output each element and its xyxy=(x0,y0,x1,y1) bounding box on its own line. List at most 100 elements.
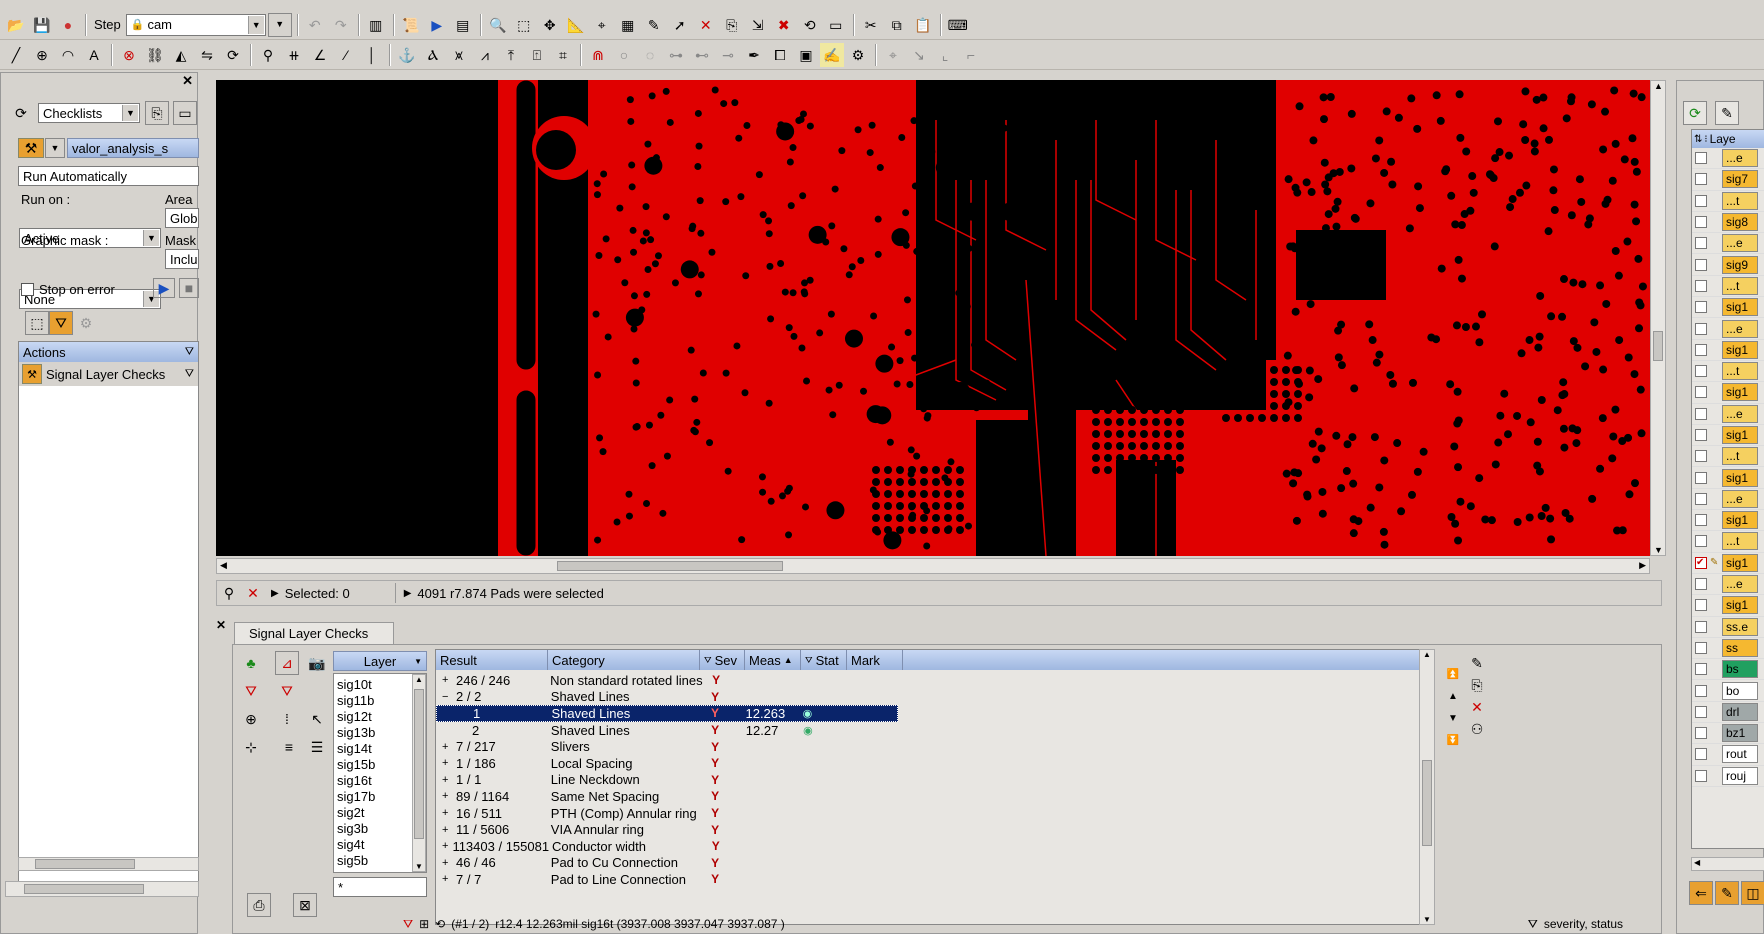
table-row[interactable]: +46 / 46 Pad to Cu Connection Y xyxy=(436,855,898,872)
layer-checkbox[interactable] xyxy=(1695,301,1707,314)
magnet-icon[interactable]: ⋒ xyxy=(586,43,610,67)
layer-checkbox[interactable] xyxy=(1695,620,1707,633)
prev-result-icon[interactable]: ▲ xyxy=(1441,685,1465,709)
checklist-dropdown-button[interactable]: ▼ xyxy=(45,138,65,158)
refresh-icon[interactable]: ⟲ xyxy=(435,917,445,931)
stop-icon[interactable]: ■ xyxy=(179,278,199,298)
tree-expander-icon[interactable]: + xyxy=(442,873,452,885)
run-play-icon[interactable]: ▶ xyxy=(153,278,175,298)
measure-icon[interactable]: 📐 xyxy=(564,13,588,37)
layer-row[interactable]: ...t xyxy=(1692,361,1764,383)
select-icon[interactable]: ➚ xyxy=(668,13,692,37)
layer-checkbox[interactable] xyxy=(1695,727,1707,740)
run-mode-field[interactable]: Run Automatically xyxy=(18,166,199,186)
pen-icon[interactable]: ✒ xyxy=(742,43,766,67)
tree-expander-icon[interactable]: + xyxy=(442,840,448,852)
table-row[interactable]: +7 / 7 Pad to Line Connection Y xyxy=(436,871,898,888)
report-icon[interactable]: ▤ xyxy=(451,13,475,37)
tree-expand-icon[interactable]: ⊞ xyxy=(419,917,429,931)
angle-icon[interactable]: ∠ xyxy=(308,43,332,67)
wrench-icon[interactable]: ⚙ xyxy=(846,43,870,67)
add-marker-icon[interactable]: ⊹ xyxy=(239,735,263,759)
tree-expander-icon[interactable]: + xyxy=(442,824,452,836)
layer-row[interactable]: sig1 xyxy=(1692,340,1764,361)
mirror-icon[interactable]: ◭ xyxy=(169,43,193,67)
node3-icon[interactable]: ⊶ xyxy=(664,43,688,67)
move-icon[interactable]: ⇲ xyxy=(746,13,770,37)
layer-row[interactable]: ...e xyxy=(1692,233,1764,255)
column-category[interactable]: Category xyxy=(548,650,700,670)
mask-field[interactable]: Incluc xyxy=(165,249,199,269)
layer-row[interactable]: bo xyxy=(1692,680,1764,702)
upload-icon[interactable]: ⤒ xyxy=(499,43,523,67)
frame2-icon[interactable]: ▣ xyxy=(794,43,818,67)
camera-icon[interactable]: 📷 xyxy=(305,651,329,675)
display-layer-icon[interactable]: ◫ xyxy=(1741,881,1764,905)
line-tool-icon[interactable]: ╱ xyxy=(4,43,28,67)
delete-icon[interactable]: ✕ xyxy=(1465,695,1489,719)
cut-icon[interactable]: ✂ xyxy=(859,13,883,37)
first-result-icon[interactable]: ⏫ xyxy=(1441,663,1465,687)
filter-icon[interactable]: ⛛ xyxy=(403,917,413,932)
refresh-icon[interactable]: ⟳ xyxy=(9,101,33,125)
save-icon[interactable]: 💾 xyxy=(30,13,54,37)
arch2-icon[interactable]: ⩘ xyxy=(473,43,497,67)
text-tool-icon[interactable]: A xyxy=(82,43,106,67)
window-icon[interactable]: ▭ xyxy=(173,101,197,125)
close-icon[interactable]: ✕ xyxy=(216,618,226,632)
node5-icon[interactable]: ⊸ xyxy=(716,43,740,67)
box-upload-icon[interactable]: ⍐ xyxy=(525,43,549,67)
layer-checkbox[interactable] xyxy=(1695,769,1707,782)
layer-checkbox[interactable] xyxy=(1695,471,1707,484)
tree-expander-icon[interactable]: + xyxy=(442,674,452,686)
rotate-icon[interactable]: ⟳ xyxy=(221,43,245,67)
affected-layer-icon[interactable]: ✎ xyxy=(1715,881,1739,905)
canvas-hscrollbar[interactable]: ◀ ▶ xyxy=(216,558,1650,574)
layer-filter-input[interactable]: * xyxy=(333,877,427,897)
arrow-icon[interactable]: ↘ xyxy=(907,43,931,67)
layer-row[interactable]: ...t xyxy=(1692,446,1764,468)
layer-row[interactable]: sig1 xyxy=(1692,425,1764,447)
zoom-area-icon[interactable]: ⬚ xyxy=(512,13,536,37)
layer-row[interactable]: ...e xyxy=(1692,489,1764,511)
layer-checkbox[interactable] xyxy=(1695,322,1707,335)
arc-tool-icon[interactable]: ◠ xyxy=(56,43,80,67)
pointer-icon[interactable]: ↖ xyxy=(305,707,329,731)
slash-icon[interactable]: ⁄ xyxy=(334,43,358,67)
table-row[interactable]: −2 / 2 Shaved Lines Y xyxy=(436,689,898,706)
assign-icon[interactable]: ⚇ xyxy=(1465,717,1489,741)
column-severity[interactable]: ⛛ Sev xyxy=(700,650,745,670)
node4-icon[interactable]: ⊷ xyxy=(690,43,714,67)
layer-checkbox[interactable] xyxy=(1695,450,1707,463)
crosshair-icon[interactable]: ⌖ xyxy=(881,43,905,67)
vertical-line-icon[interactable]: │ xyxy=(360,43,384,67)
layer-row[interactable]: ✔ ✎ sig1 xyxy=(1692,553,1764,574)
layer-checkbox[interactable] xyxy=(1695,152,1707,165)
layer-checkbox[interactable] xyxy=(1695,705,1707,718)
table-row[interactable]: 2 Shaved Lines Y 12.27 ◉ xyxy=(436,722,898,739)
step-dropdown-button[interactable]: ▼ xyxy=(267,12,292,37)
layer-checkbox[interactable] xyxy=(1695,599,1707,612)
probe-icon[interactable]: ⚲ xyxy=(256,43,280,67)
layer-checkbox[interactable] xyxy=(1695,258,1707,271)
layer-checkbox[interactable] xyxy=(1695,173,1707,186)
tree-expander-icon[interactable]: + xyxy=(442,790,452,802)
layer-row[interactable]: sig1 xyxy=(1692,595,1764,617)
tree-expander-icon[interactable]: − xyxy=(442,691,452,703)
table-row[interactable]: +89 / 1164 Same Net Spacing Y xyxy=(436,788,898,805)
unselect-icon[interactable]: ✕ xyxy=(694,13,718,37)
shape-icon[interactable]: ⌗ xyxy=(551,43,575,67)
layer-row[interactable]: ...e xyxy=(1692,404,1764,425)
layer-checkbox[interactable] xyxy=(1695,386,1707,399)
flip-icon[interactable]: ⇋ xyxy=(195,43,219,67)
layer-checkbox[interactable] xyxy=(1695,237,1707,250)
play-icon[interactable]: ▶ xyxy=(404,588,412,599)
grid-icon[interactable]: ▦ xyxy=(616,13,640,37)
node-icon[interactable]: ○ xyxy=(612,43,636,67)
table-row[interactable]: +16 / 511 PTH (Comp) Annular ring Y xyxy=(436,805,898,822)
play-icon[interactable]: ▶ xyxy=(425,13,449,37)
layer-checkbox[interactable] xyxy=(1695,514,1707,527)
layer-checkbox[interactable] xyxy=(1695,748,1707,761)
layer-row[interactable]: ss.e xyxy=(1692,617,1764,638)
layer-row[interactable]: sig1 xyxy=(1692,297,1764,319)
